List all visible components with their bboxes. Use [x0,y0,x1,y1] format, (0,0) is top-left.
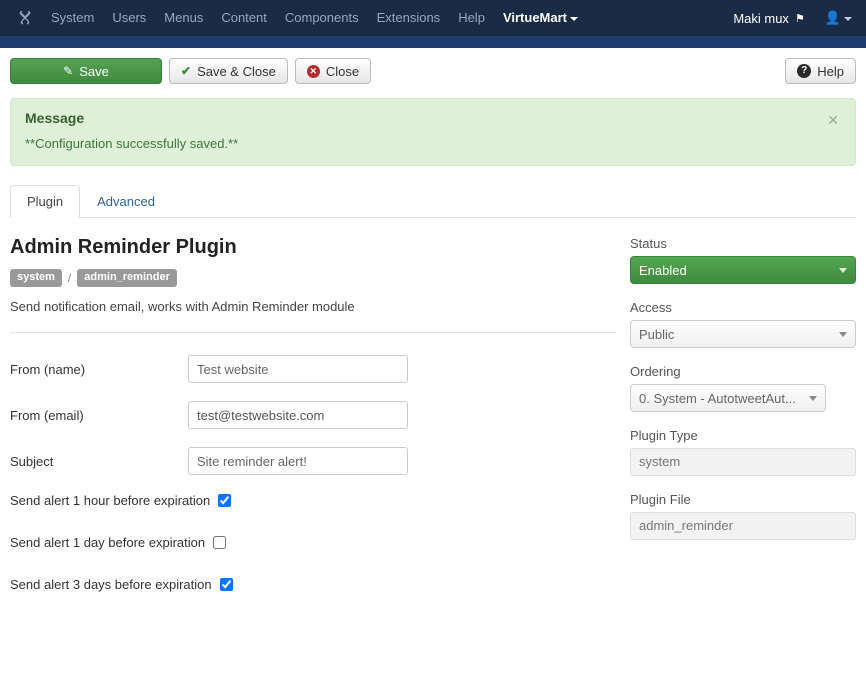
label-from-email: From (email) [10,408,188,423]
label-alert-1-hour: Send alert 1 hour before expiration [10,493,210,508]
label-ordering: Ordering [630,364,856,379]
user-name[interactable]: Maki mux [729,11,793,26]
question-circle-icon: ? [797,64,811,78]
close-circle-icon: ✕ [307,65,320,78]
field-row-from-name: From (name) [10,355,616,383]
chevron-down-icon [844,17,852,21]
section-divider [10,332,616,333]
close-icon[interactable]: ✕ [823,111,843,129]
tab-bar: Plugin Advanced [10,184,856,218]
message-title: Message [25,110,841,126]
navbar-user-area: Maki mux ⚑ 👤 [729,10,858,26]
nav-item-system[interactable]: System [42,0,103,36]
ordering-group: Ordering 0. System - AutotweetAut... [630,364,856,412]
main-column: Admin Reminder Plugin system / admin_rem… [10,218,616,619]
help-button-label: Help [817,64,844,79]
plugin-file-group: Plugin File admin_reminder [630,492,856,540]
page-body: ✎ Save ✔ Save & Close ✕ Close ? Help ✕ M… [0,48,866,619]
label-subject: Subject [10,454,188,469]
nav-item-components[interactable]: Components [276,0,368,36]
nav-item-content[interactable]: Content [212,0,276,36]
field-row-from-email: From (email) [10,401,616,429]
from-email-input[interactable] [188,401,408,429]
help-button[interactable]: ? Help [785,58,856,84]
tab-advanced[interactable]: Advanced [80,185,172,218]
nav-item-virtuemart[interactable]: VirtueMart [494,0,587,36]
nav-item-help[interactable]: Help [449,0,494,36]
nav-item-menus[interactable]: Menus [155,0,212,36]
nav-item-virtuemart-label: VirtueMart [503,10,567,25]
ordering-select-value: 0. System - AutotweetAut... [639,391,796,406]
field-row-subject: Subject [10,447,616,475]
plugin-title: Admin Reminder Plugin [10,236,616,259]
access-select-value: Public [639,327,674,342]
save-and-close-label: Save & Close [197,64,276,79]
status-select-value: Enabled [639,263,687,278]
message-text: **Configuration successfully saved.** [25,136,841,151]
checkbox-alert-1-day[interactable] [213,536,226,549]
badge-plugin-element: admin_reminder [77,269,177,287]
checkbox-alert-3-days[interactable] [220,578,233,591]
plugin-badges: system / admin_reminder [10,269,616,287]
label-alert-3-days: Send alert 3 days before expiration [10,577,212,592]
save-and-close-button[interactable]: ✔ Save & Close [169,58,288,84]
checkbox-row-1-day: Send alert 1 day before expiration [10,535,616,550]
checkbox-row-1-hour: Send alert 1 hour before expiration [10,493,616,508]
close-button-label: Close [326,64,359,79]
save-button-label: Save [79,64,109,79]
nav-item-users[interactable]: Users [103,0,155,36]
tab-plugin[interactable]: Plugin [10,185,80,218]
plugin-type-group: Plugin Type system [630,428,856,476]
plugin-description: Send notification email, works with Admi… [10,299,616,314]
checkbox-row-3-days: Send alert 3 days before expiration [10,577,616,592]
plugin-file-value: admin_reminder [630,512,856,540]
badge-plugin-group: system [10,269,62,287]
success-message-alert: ✕ Message **Configuration successfully s… [10,98,856,166]
status-group: Status Enabled [630,236,856,284]
content-area: Admin Reminder Plugin system / admin_rem… [0,218,866,619]
access-group: Access Public [630,300,856,348]
label-from-name: From (name) [10,362,188,377]
joomla-logo-icon[interactable] [8,9,42,27]
chevron-down-icon [839,332,847,337]
editor-toolbar: ✎ Save ✔ Save & Close ✕ Close ? Help [0,48,866,90]
checkmark-icon: ✔ [181,65,191,77]
label-plugin-file: Plugin File [630,492,856,507]
badge-separator: / [68,271,71,285]
edit-pencil-icon: ✎ [63,65,73,77]
external-link-icon[interactable]: ⚑ [795,12,805,25]
label-status: Status [630,236,856,251]
plugin-type-value: system [630,448,856,476]
save-button[interactable]: ✎ Save [10,58,162,84]
label-alert-1-day: Send alert 1 day before expiration [10,535,205,550]
chevron-down-icon [570,17,578,21]
side-column: Status Enabled Access Public Ordering 0.… [630,218,856,619]
ordering-select[interactable]: 0. System - AutotweetAut... [630,384,826,412]
chevron-down-icon [839,268,847,273]
top-navbar: System Users Menus Content Components Ex… [0,0,866,36]
from-name-input[interactable] [188,355,408,383]
label-access: Access [630,300,856,315]
status-select[interactable]: Enabled [630,256,856,284]
chevron-down-icon [809,396,817,401]
subject-input[interactable] [188,447,408,475]
checkbox-alert-1-hour[interactable] [218,494,231,507]
nav-item-extensions[interactable]: Extensions [368,0,450,36]
navbar-menu: System Users Menus Content Components Ex… [42,0,587,36]
access-select[interactable]: Public [630,320,856,348]
label-plugin-type: Plugin Type [630,428,856,443]
close-button[interactable]: ✕ Close [295,58,371,84]
person-icon[interactable]: 👤 [819,10,858,26]
